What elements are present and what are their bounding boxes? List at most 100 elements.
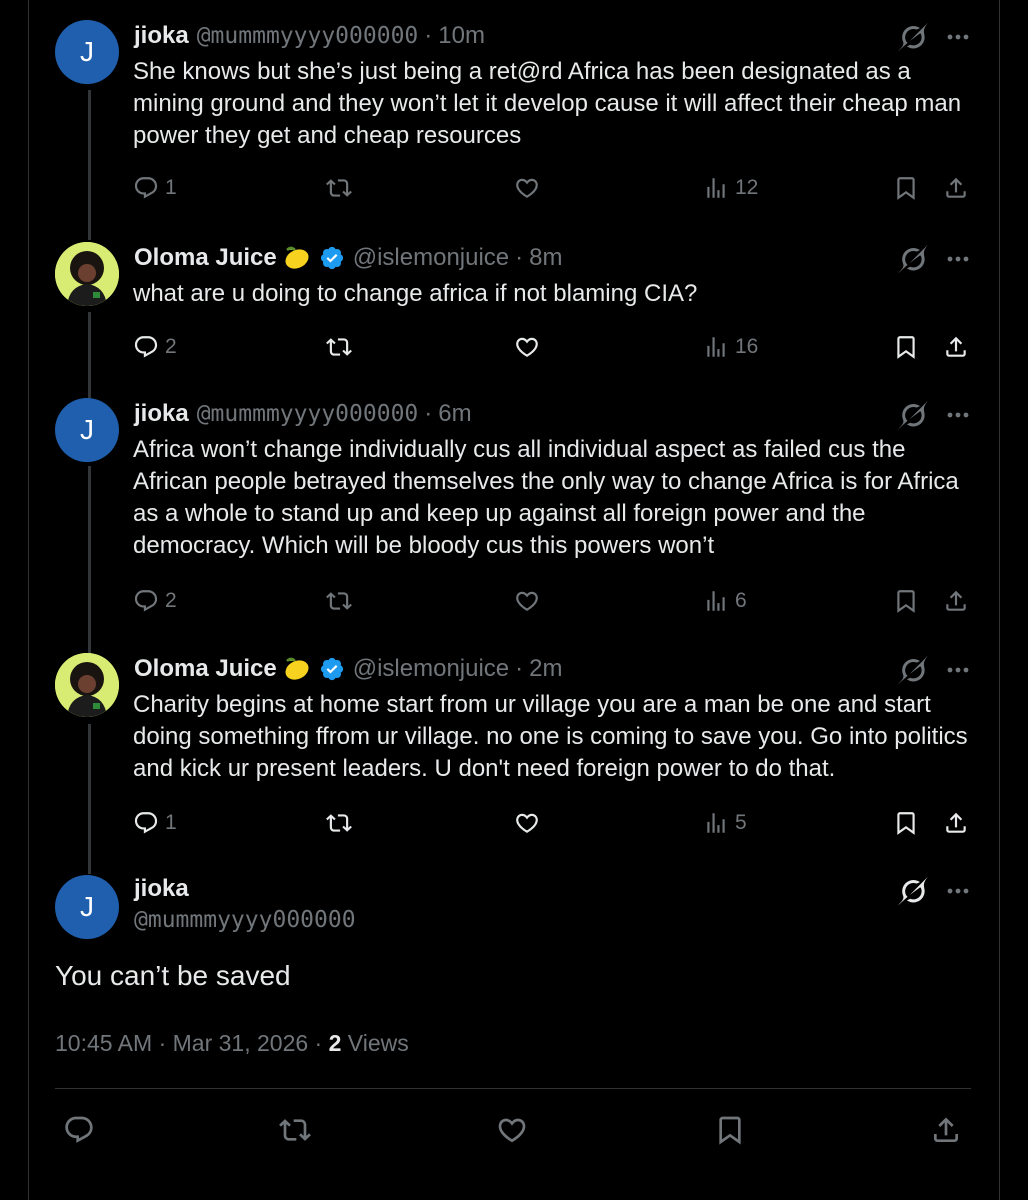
- bookmark-icon: [893, 175, 919, 201]
- bookmark-button[interactable]: [893, 588, 919, 614]
- grok-icon[interactable]: [898, 876, 928, 906]
- avatar[interactable]: J: [55, 398, 119, 462]
- display-name[interactable]: Oloma Juice: [134, 655, 277, 683]
- separator-dot: ·: [515, 244, 524, 271]
- reply-icon: [63, 1114, 95, 1146]
- avatar[interactable]: J: [55, 20, 119, 84]
- share-button[interactable]: [943, 175, 969, 201]
- views-icon: [703, 334, 729, 360]
- avatar[interactable]: [55, 242, 119, 306]
- main-timestamp[interactable]: 10:45 AM · Mar 31, 2026 ·: [55, 1030, 329, 1056]
- reply-button[interactable]: 2: [133, 588, 177, 614]
- timestamp[interactable]: 2m: [529, 655, 562, 683]
- reply-count: 1: [165, 811, 177, 834]
- tweet-actions: 2 16: [0, 330, 1028, 364]
- separator-dot: ·: [424, 400, 433, 427]
- views-button[interactable]: 5: [703, 810, 747, 836]
- more-icon[interactable]: [946, 887, 970, 895]
- main-avatar[interactable]: J: [55, 875, 119, 939]
- profile-photo: [55, 653, 119, 717]
- bookmark-button[interactable]: [893, 810, 919, 836]
- bookmark-button[interactable]: [893, 334, 919, 360]
- grok-icon[interactable]: [898, 22, 928, 52]
- main-tweet-actions: [0, 1110, 1028, 1150]
- display-name[interactable]: jioka: [134, 400, 189, 428]
- more-icon[interactable]: [946, 666, 970, 674]
- user-handle[interactable]: @mummmyyyy000000: [197, 23, 419, 49]
- user-handle[interactable]: @mummmyyyy000000: [197, 401, 419, 427]
- tweet-actions: 1 12: [0, 171, 1028, 205]
- tweet-actions: 2 6: [0, 584, 1028, 618]
- views-count: 5: [735, 811, 747, 834]
- bookmark-button[interactable]: [714, 1114, 746, 1146]
- lemon-emoji: [283, 656, 311, 682]
- user-handle[interactable]: @islemonjuice: [353, 655, 509, 683]
- views-button[interactable]: 6: [703, 588, 747, 614]
- like-button[interactable]: [514, 334, 540, 360]
- grok-icon[interactable]: [898, 244, 928, 274]
- like-icon: [496, 1114, 528, 1146]
- avatar[interactable]: [55, 653, 119, 717]
- share-icon: [943, 175, 969, 201]
- grok-icon[interactable]: [898, 400, 928, 430]
- display-name[interactable]: jioka: [134, 22, 189, 50]
- reply-button[interactable]: 1: [133, 810, 177, 836]
- views-count: 12: [735, 176, 759, 199]
- bookmark-icon: [893, 810, 919, 836]
- views-count: 16: [735, 335, 759, 358]
- repost-button[interactable]: [326, 334, 352, 360]
- main-display-name[interactable]: jioka: [134, 875, 189, 903]
- reply-button[interactable]: [63, 1114, 95, 1146]
- verified-icon[interactable]: [319, 245, 345, 271]
- bookmark-button[interactable]: [893, 175, 919, 201]
- more-icon[interactable]: [946, 33, 970, 41]
- tweet-text: Charity begins at home start from ur vil…: [133, 691, 968, 782]
- tweet-header: Oloma Juice @islemonjuice · 8m: [134, 242, 563, 274]
- divider: [55, 1088, 971, 1089]
- views-button[interactable]: 16: [703, 334, 758, 360]
- tweet-header: jioka @mummmyyyy000000 · 6m: [134, 398, 472, 430]
- share-button[interactable]: [930, 1114, 962, 1146]
- views-count: 2: [328, 1030, 342, 1056]
- bookmark-icon: [893, 588, 919, 614]
- tweet-header: jioka @mummmyyyy000000 · 10m: [134, 20, 485, 52]
- like-icon: [514, 588, 540, 614]
- grok-icon[interactable]: [898, 655, 928, 685]
- user-handle[interactable]: @islemonjuice: [353, 244, 509, 272]
- timestamp[interactable]: 8m: [529, 244, 562, 272]
- reply-button[interactable]: 2: [133, 334, 177, 360]
- repost-icon: [279, 1114, 311, 1146]
- timestamp[interactable]: 6m: [438, 400, 471, 428]
- share-button[interactable]: [943, 334, 969, 360]
- display-name[interactable]: Oloma Juice: [134, 244, 277, 272]
- repost-button[interactable]: [326, 175, 352, 201]
- verified-icon[interactable]: [319, 656, 345, 682]
- timestamp[interactable]: 10m: [438, 22, 485, 50]
- like-button[interactable]: [514, 588, 540, 614]
- separator-dot: ·: [515, 655, 524, 682]
- more-icon[interactable]: [946, 411, 970, 419]
- reply-count: 1: [165, 176, 177, 199]
- share-button[interactable]: [943, 810, 969, 836]
- repost-button[interactable]: [279, 1114, 311, 1146]
- tweet-text: what are u doing to change africa if not…: [133, 280, 698, 307]
- share-button[interactable]: [943, 588, 969, 614]
- repost-icon: [326, 810, 352, 836]
- repost-button[interactable]: [326, 588, 352, 614]
- repost-icon: [326, 588, 352, 614]
- tweet-text: She knows but she’s just being a ret@rd …: [133, 58, 962, 149]
- repost-button[interactable]: [326, 810, 352, 836]
- share-icon: [930, 1114, 962, 1146]
- reply-icon: [133, 175, 159, 201]
- views-button[interactable]: 12: [703, 175, 758, 201]
- main-user-handle[interactable]: @mummmyyyy000000: [134, 907, 356, 933]
- reply-button[interactable]: 1: [133, 175, 177, 201]
- like-button[interactable]: [514, 810, 540, 836]
- profile-photo: [55, 242, 119, 306]
- reply-count: 2: [165, 335, 177, 358]
- share-icon: [943, 588, 969, 614]
- like-button[interactable]: [496, 1114, 528, 1146]
- share-icon: [943, 334, 969, 360]
- like-button[interactable]: [514, 175, 540, 201]
- more-icon[interactable]: [946, 255, 970, 263]
